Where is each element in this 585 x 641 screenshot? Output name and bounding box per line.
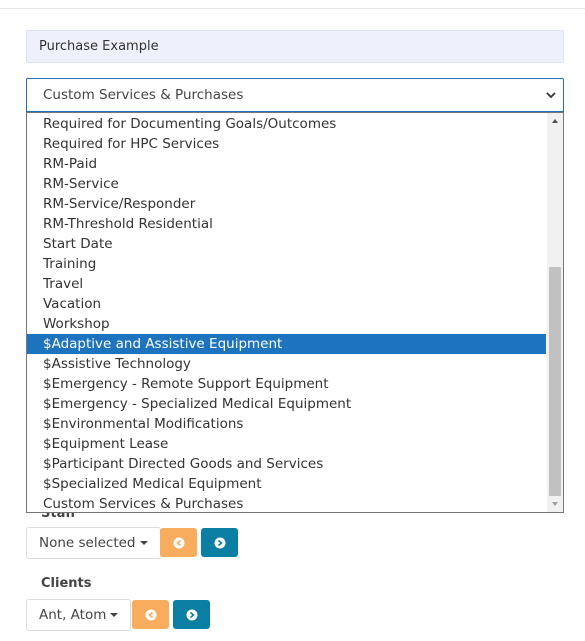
top-divider — [0, 8, 585, 9]
option-list[interactable]: Required for Documenting Goals/Outcomes R… — [27, 114, 546, 512]
clients-add-button[interactable] — [173, 600, 210, 629]
staff-multiselect-value: None selected — [39, 535, 136, 551]
arrow-left-circle-icon — [145, 609, 156, 620]
staff-multiselect[interactable]: None selected — [26, 527, 161, 559]
dropdown-option[interactable]: $Environmental Modifications — [27, 414, 546, 434]
chevron-down-icon — [546, 92, 556, 99]
scroll-down-icon[interactable] — [547, 496, 563, 512]
arrow-right-circle-icon — [214, 537, 225, 548]
clients-multiselect-value: Ant, Atom — [39, 607, 107, 623]
dropdown-option[interactable]: Required for HPC Services — [27, 134, 546, 154]
clients-remove-button[interactable] — [132, 600, 169, 629]
dropdown-option[interactable]: $Specialized Medical Equipment — [27, 474, 546, 494]
staff-remove-button[interactable] — [160, 528, 197, 557]
clients-label: Clients — [41, 576, 92, 591]
service-select[interactable]: Custom Services & Purchases — [26, 78, 564, 112]
scrollbar-thumb[interactable] — [549, 267, 561, 496]
dropdown-option[interactable]: Required for Documenting Goals/Outcomes — [27, 114, 546, 134]
arrow-left-circle-icon — [173, 537, 184, 548]
dropdown-option[interactable]: Training — [27, 254, 546, 274]
dropdown-option[interactable]: Vacation — [27, 294, 546, 314]
dropdown-option[interactable]: RM-Paid — [27, 154, 546, 174]
scrollbar[interactable] — [547, 113, 563, 512]
dropdown-option[interactable]: RM-Service — [27, 174, 546, 194]
dropdown-option[interactable]: $Assistive Technology — [27, 354, 546, 374]
staff-add-button[interactable] — [201, 528, 238, 557]
dropdown-option[interactable]: $Emergency - Specialized Medical Equipme… — [27, 394, 546, 414]
arrow-right-circle-icon — [186, 609, 197, 620]
dropdown-option[interactable]: $Adaptive and Assistive Equipment — [27, 334, 546, 354]
panel-title: Purchase Example — [26, 30, 564, 63]
dropdown-option[interactable]: Travel — [27, 274, 546, 294]
service-dropdown-list[interactable]: Required for Documenting Goals/Outcomes R… — [26, 112, 564, 513]
dropdown-option[interactable]: $Equipment Lease — [27, 434, 546, 454]
dropdown-option[interactable]: RM-Threshold Residential — [27, 214, 546, 234]
scroll-up-icon[interactable] — [547, 113, 563, 129]
caret-down-icon — [110, 613, 119, 617]
dropdown-option[interactable]: Custom Services & Purchases — [27, 494, 546, 512]
dropdown-option[interactable]: $Emergency - Remote Support Equipment — [27, 374, 546, 394]
dropdown-option[interactable]: Start Date — [27, 234, 546, 254]
dropdown-option[interactable]: Workshop — [27, 314, 546, 334]
service-select-value: Custom Services & Purchases — [43, 87, 244, 103]
dropdown-option[interactable]: RM-Service/Responder — [27, 194, 546, 214]
dropdown-option[interactable]: $Participant Directed Goods and Services — [27, 454, 546, 474]
caret-down-icon — [139, 541, 148, 545]
clients-multiselect[interactable]: Ant, Atom — [26, 599, 132, 631]
